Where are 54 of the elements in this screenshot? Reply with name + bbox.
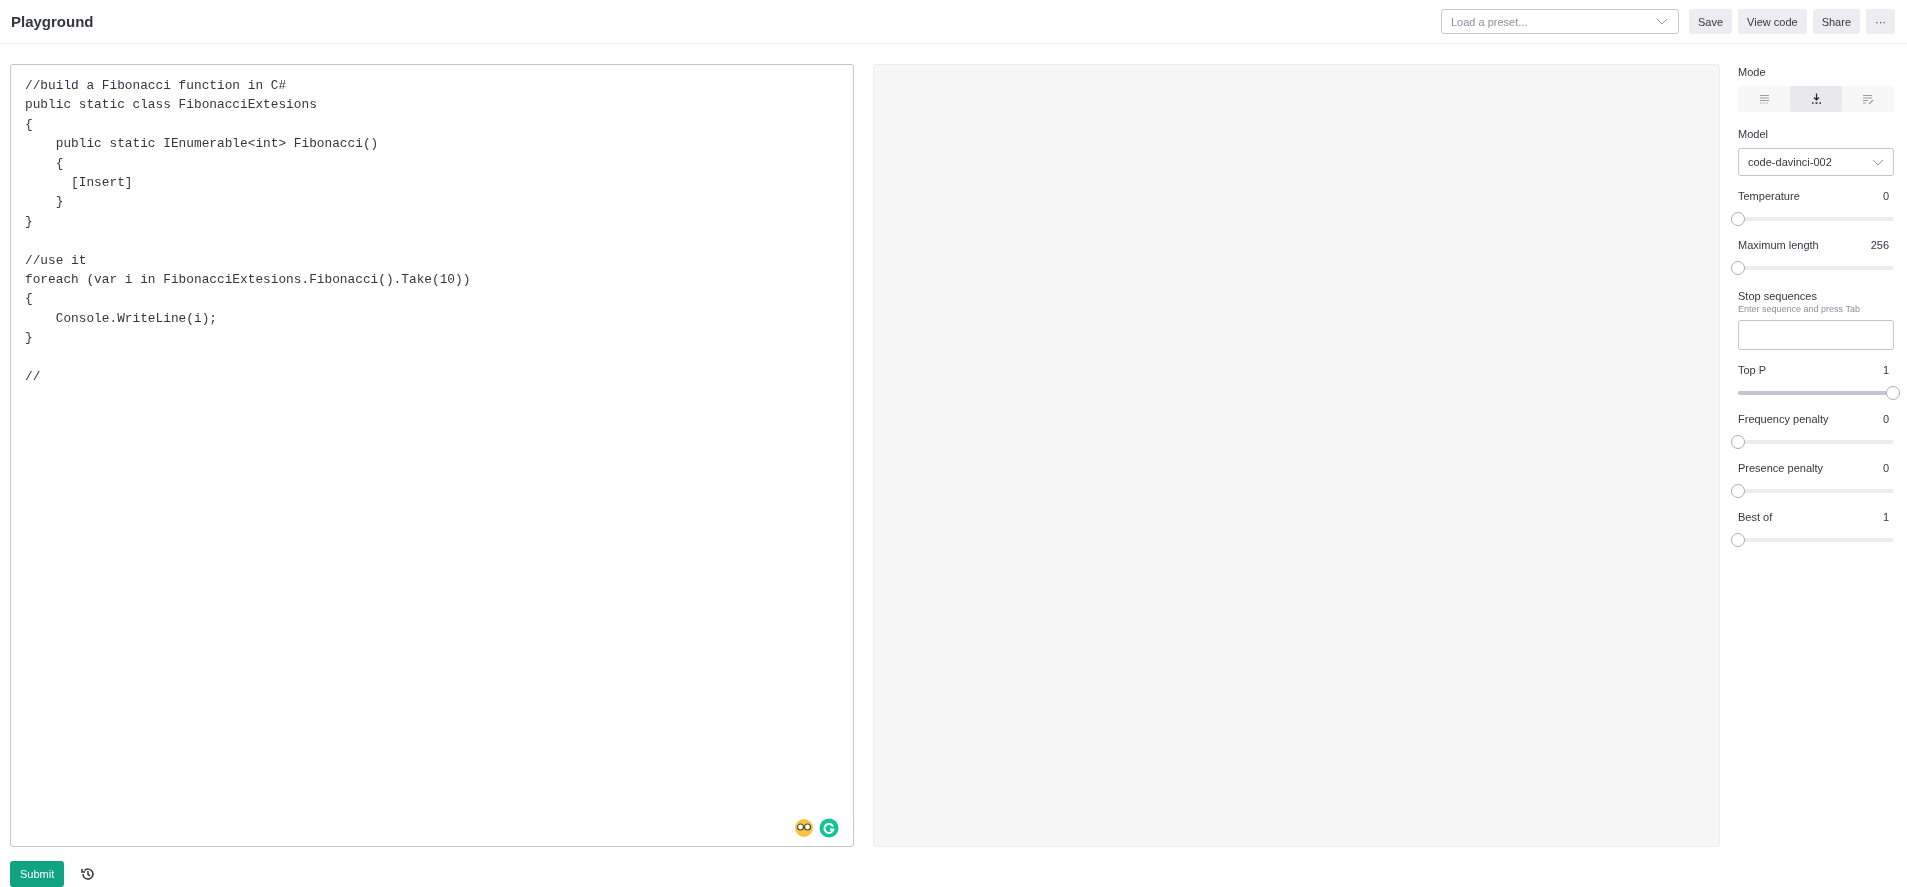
slider-value: 0 <box>1882 462 1889 474</box>
glasses-emoji-icon <box>794 818 814 838</box>
header-button[interactable]: Share <box>1812 9 1860 34</box>
model-label: Model <box>1738 128 1769 140</box>
code-line: foreach (var i in FibonacciExtesions.Fibonacci().Take(10)) <box>25 270 472 289</box>
code-line: { <box>25 115 34 134</box>
slider-thumb[interactable] <box>1731 533 1745 547</box>
mode-label: Mode <box>1738 66 1767 78</box>
edit-lines-icon <box>1862 93 1874 105</box>
mode-tab[interactable] <box>1790 86 1842 112</box>
refresh-badge-icon <box>819 818 839 838</box>
header-button[interactable]: ··· <box>1866 9 1895 34</box>
stop-sequences-field[interactable] <box>1738 320 1894 350</box>
slider-thumb[interactable] <box>1731 261 1745 275</box>
code-line: } <box>54 193 65 212</box>
slider-label: Temperature <box>1738 190 1800 202</box>
slider-value: 1 <box>1882 364 1889 376</box>
header-button[interactable]: Save <box>1689 9 1733 34</box>
slider-thumb[interactable] <box>1731 435 1745 449</box>
code-line: Console.WriteLine(i); <box>54 309 218 328</box>
header-button[interactable]: View code <box>1738 9 1807 34</box>
code-line: public static IEnumerable<int> Fibonacci() <box>54 135 380 154</box>
preset-select[interactable]: Load a preset... <box>1441 9 1679 34</box>
code-line: [Insert] <box>70 173 134 192</box>
slider-value: 256 <box>1870 239 1889 251</box>
stop-sequences-hint: Enter sequence and press Tab <box>1738 304 1861 314</box>
chevron-down-icon <box>1656 18 1668 25</box>
slider-thumb[interactable] <box>1731 212 1745 226</box>
prompt-editor[interactable] <box>10 64 854 847</box>
slider-label: Presence penalty <box>1738 462 1823 474</box>
page-title: Playground <box>11 13 94 30</box>
chevron-down-icon <box>1872 158 1884 166</box>
lines-icon <box>1758 93 1770 105</box>
slider-label: Top P <box>1738 364 1767 376</box>
stop-sequences-label: Stop sequences <box>1738 290 1818 302</box>
slider-value: 0 <box>1882 190 1889 202</box>
insert-arrow-icon <box>1810 93 1822 105</box>
code-line: } <box>25 329 34 348</box>
slider-label: Maximum length <box>1738 239 1819 251</box>
code-line: } <box>25 212 34 231</box>
code-line: // <box>25 367 42 386</box>
code-line: { <box>54 154 65 173</box>
code-line: public static class FibonacciExtesions <box>25 96 318 115</box>
slider-thumb[interactable] <box>1886 386 1900 400</box>
code-line: //build a Fibonacci function in C# <box>25 77 288 95</box>
code-line: { <box>25 290 34 309</box>
model-select[interactable]: code-davinci-002 <box>1738 148 1894 176</box>
slider-value: 0 <box>1882 413 1889 425</box>
history-icon[interactable] <box>80 866 97 882</box>
code-line: //use it <box>25 251 88 270</box>
slider-thumb[interactable] <box>1731 484 1745 498</box>
slider-label: Frequency penalty <box>1738 413 1829 425</box>
slider-label: Best of <box>1738 511 1773 523</box>
slider-value: 1 <box>1882 511 1889 523</box>
